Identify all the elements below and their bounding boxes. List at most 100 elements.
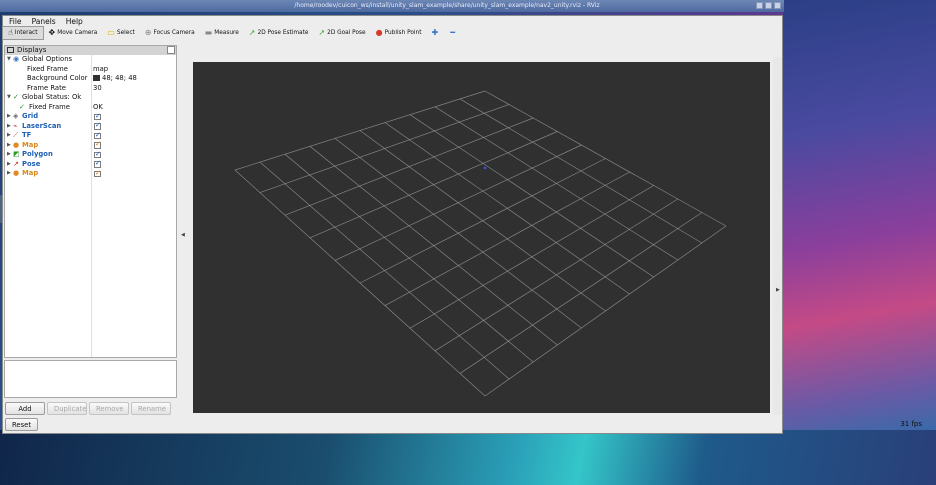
display-label-map: Map [22, 140, 39, 149]
fps-readout: 31 fps [900, 420, 922, 428]
move-arrows-icon: ✥ [48, 28, 56, 37]
display-label-laserscan: LaserScan [22, 121, 62, 130]
focus-camera-label: Focus Camera [153, 30, 195, 36]
frame-rate-label: Frame Rate [27, 83, 66, 92]
ruler-icon: ▬ [204, 28, 213, 37]
add-button[interactable]: Add [5, 402, 45, 415]
hand-icon: ☝ [8, 28, 13, 37]
remove-button[interactable]: Remove [89, 402, 129, 415]
green-arrow-icon: ➚ [248, 28, 256, 37]
checkmark-icon: ✓ [13, 93, 19, 101]
expand-arrow-icon[interactable]: ▶ [7, 122, 11, 132]
tree-row-global-options[interactable]: ▼ ◉ Global Options [5, 55, 176, 65]
display-label-map: Map [22, 169, 39, 177]
grid-line [484, 225, 727, 397]
frame-rate-value[interactable]: 30 [93, 84, 102, 94]
add-tool-button[interactable]: ✚ [427, 26, 446, 40]
expand-arrow-icon[interactable]: ▼ [7, 55, 11, 65]
background-color-label: Background Color [27, 74, 88, 82]
menu-help[interactable]: Help [66, 17, 83, 26]
reset-button[interactable]: Reset [5, 418, 38, 431]
global-status-label: Global Status: Ok [22, 93, 82, 101]
background-color-value[interactable]: 48; 48; 48 [93, 74, 137, 84]
display-label-pose: Pose [22, 159, 41, 168]
enable-checkbox[interactable] [94, 150, 101, 158]
fixed-frame-value[interactable]: map [93, 65, 108, 75]
tree-row-polygon[interactable]: ▶ ◩ Polygon [5, 150, 176, 160]
color-swatch [93, 75, 100, 81]
tree-row-map-1[interactable]: ▶ ● Map [5, 140, 176, 151]
monitor-icon [7, 47, 14, 53]
tree-row-grid[interactable]: ▶ ◈ Grid [5, 112, 176, 122]
expand-arrow-icon[interactable]: ▶ [7, 169, 11, 179]
grid-line [409, 114, 654, 278]
checkmark-icon: ✓ [19, 102, 25, 111]
tree-row-frame-rate[interactable]: Frame Rate 30 [5, 84, 176, 94]
maximize-button[interactable] [765, 2, 772, 9]
displays-panel-header: Displays [5, 46, 176, 55]
measure-tool-button[interactable]: ▬ Measure [200, 26, 244, 40]
enable-checkbox[interactable] [94, 112, 101, 120]
display-buttons: Add Duplicate Remove Rename [5, 402, 171, 415]
expand-arrow-icon[interactable]: ▼ [7, 93, 11, 103]
tree-row-background-color[interactable]: Background Color 48; 48; 48 [5, 74, 176, 84]
grid-line [409, 185, 654, 329]
rename-button[interactable]: Rename [131, 402, 171, 415]
expand-arrow-icon[interactable]: ▶ [7, 131, 11, 141]
tree-row-fixed-frame[interactable]: Fixed Frame map [5, 65, 176, 75]
3d-viewport[interactable] [193, 62, 770, 413]
display-description-box [4, 360, 177, 398]
left-splitter-handle[interactable]: ◀ [181, 232, 185, 238]
window-title: /home/roodev/cuicon_ws/install/unity_sla… [294, 2, 600, 9]
expand-arrow-icon[interactable]: ▶ [7, 112, 11, 122]
enable-checkbox[interactable] [94, 131, 101, 139]
move-camera-tool-button[interactable]: ✥ Move Camera [44, 26, 103, 40]
tree-row-global-status[interactable]: ▼ ✓ Global Status: Ok [5, 93, 176, 103]
expand-arrow-icon[interactable]: ▶ [7, 141, 11, 151]
focus-camera-tool-button[interactable]: ⊕ Focus Camera [140, 26, 200, 40]
select-box-icon: ▭ [107, 28, 115, 37]
menu-panels[interactable]: Panels [32, 17, 56, 26]
focus-target-icon: ⊕ [144, 28, 152, 37]
duplicate-button[interactable]: Duplicate [47, 402, 87, 415]
desktop-background-right [783, 0, 936, 430]
goal-pose-tool-button[interactable]: ➚ 2D Goal Pose [313, 26, 370, 40]
expand-arrow-icon[interactable]: ▶ [7, 150, 11, 160]
panel-float-button[interactable] [167, 46, 175, 54]
grid-svg [234, 90, 727, 397]
move-camera-label: Move Camera [57, 30, 98, 36]
displays-title: Displays [17, 46, 47, 54]
publish-point-tool-button[interactable]: ● Publish Point [371, 26, 427, 40]
tree-row-tf[interactable]: ▶ ⟋ TF [5, 131, 176, 141]
interact-tool-button[interactable]: ☝ Interact [2, 26, 44, 40]
map-pin-icon: ● [375, 28, 383, 37]
close-button[interactable] [774, 2, 781, 9]
expand-arrow-icon[interactable]: ▶ [7, 160, 11, 170]
select-tool-button[interactable]: ▭ Select [102, 26, 139, 40]
right-splitter-handle[interactable]: ▶ [773, 57, 782, 415]
enable-checkbox[interactable] [94, 121, 101, 130]
tree-row-laserscan[interactable]: ▶ ⌁ LaserScan [5, 121, 176, 132]
pose-estimate-label: 2D Pose Estimate [257, 30, 309, 36]
enable-checkbox[interactable] [94, 140, 101, 149]
enable-checkbox[interactable] [94, 159, 101, 168]
polygon-icon: ◩ [13, 150, 20, 158]
globe-icon: ◉ [13, 55, 20, 63]
tree-row-map-2[interactable]: ▶ ● Map [5, 169, 176, 179]
origin-marker [483, 166, 487, 170]
axes-icon: ⟋ [13, 131, 18, 139]
laserscan-icon: ⌁ [13, 121, 18, 130]
displays-panel: Displays ▼ ◉ Global Options Fixed Frame … [4, 45, 177, 358]
remove-tool-button[interactable]: ━ [445, 26, 462, 40]
tree-row-pose[interactable]: ▶ ↗ Pose [5, 159, 176, 170]
fixed-frame-label: Fixed Frame [27, 64, 68, 73]
minimize-button[interactable] [756, 2, 763, 9]
enable-checkbox[interactable] [94, 169, 101, 177]
menu-file[interactable]: File [9, 17, 22, 26]
display-label-polygon: Polygon [22, 150, 53, 158]
pose-estimate-tool-button[interactable]: ➚ 2D Pose Estimate [244, 26, 314, 40]
status-fixed-frame-label: Fixed Frame [29, 102, 70, 111]
display-label-tf: TF [22, 131, 32, 139]
tree-row-status-fixed-frame[interactable]: ✓ Fixed Frame OK [5, 103, 176, 113]
window-titlebar[interactable]: /home/roodev/cuicon_ws/install/unity_sla… [0, 0, 784, 12]
